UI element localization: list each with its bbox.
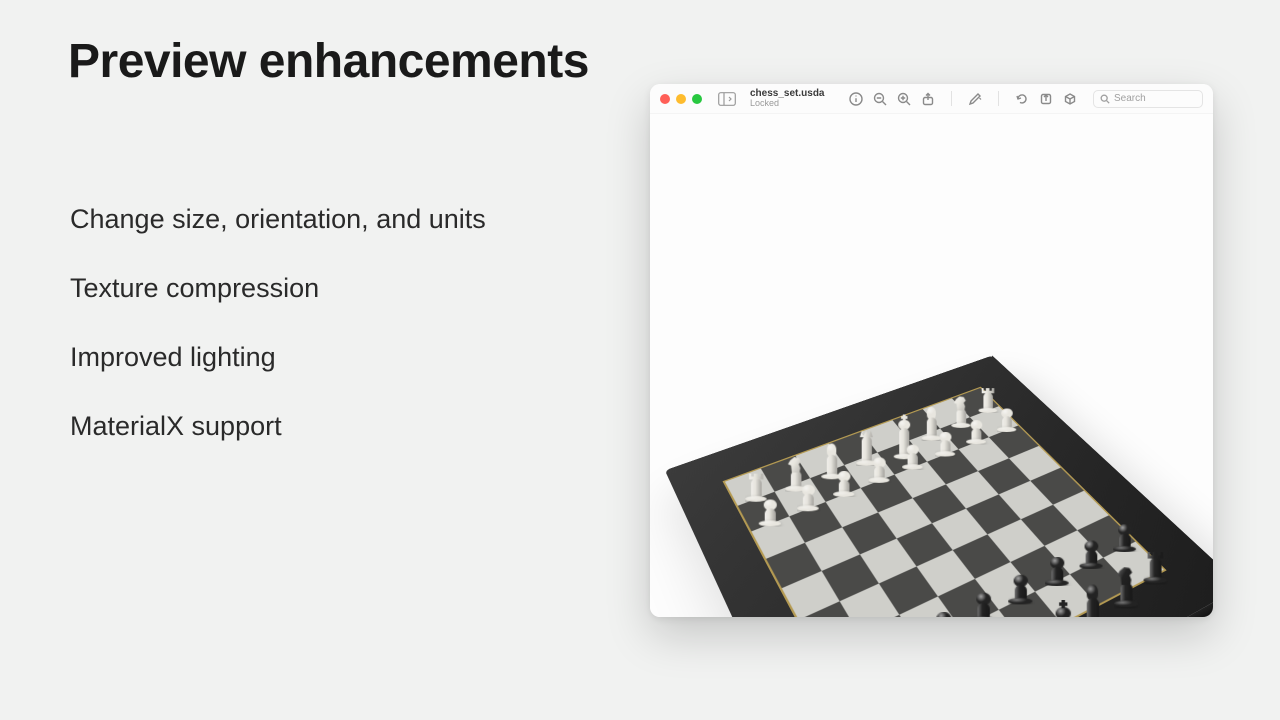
preview-window: chess_set.usda Locked — [650, 84, 1213, 617]
bullet-list: Change size, orientation, and units Text… — [70, 204, 486, 442]
chess-piece — [917, 615, 954, 617]
chess-piece — [787, 491, 817, 515]
titlebar: chess_set.usda Locked — [650, 84, 1213, 114]
minimize-button[interactable] — [676, 94, 686, 104]
bullet-item: MaterialX support — [70, 411, 486, 442]
toolbar-separator — [951, 91, 952, 106]
window-controls — [660, 94, 702, 104]
chess-piece — [1019, 610, 1073, 617]
close-button[interactable] — [660, 94, 670, 104]
chess-piece — [985, 416, 1014, 436]
chess-piece — [749, 505, 779, 530]
chess-piece — [1064, 546, 1100, 574]
chess-pieces — [722, 387, 1166, 617]
search-placeholder: Search — [1114, 93, 1146, 104]
search-input[interactable]: Search — [1093, 90, 1203, 108]
rotate-icon[interactable] — [1015, 92, 1029, 106]
toolbar-separator — [998, 91, 999, 106]
chess-board — [664, 356, 1213, 617]
bullet-item: Change size, orientation, and units — [70, 204, 486, 235]
zoom-out-icon[interactable] — [873, 92, 887, 106]
chess-scene — [664, 356, 1213, 617]
file-meta: chess_set.usda Locked — [750, 89, 825, 109]
chess-piece — [1029, 562, 1065, 591]
sidebar-toggle-icon[interactable] — [716, 91, 738, 107]
info-icon[interactable] — [849, 92, 863, 106]
zoom-in-icon[interactable] — [897, 92, 911, 106]
bullet-item: Texture compression — [70, 273, 486, 304]
chess-piece — [955, 427, 984, 447]
file-status: Locked — [750, 99, 825, 108]
chess-piece — [956, 597, 993, 617]
chess-piece — [936, 408, 968, 432]
export-icon[interactable] — [1039, 92, 1053, 106]
slide-title: Preview enhancements — [68, 34, 589, 89]
toolbar: Search — [849, 90, 1203, 108]
bullet-item: Improved lighting — [70, 342, 486, 373]
chess-piece — [993, 579, 1030, 610]
viewport-3d[interactable] — [650, 114, 1213, 617]
ar-icon[interactable] — [1063, 92, 1077, 106]
share-icon[interactable] — [921, 92, 935, 106]
zoom-button[interactable] — [692, 94, 702, 104]
edit-icon[interactable] — [968, 92, 982, 106]
